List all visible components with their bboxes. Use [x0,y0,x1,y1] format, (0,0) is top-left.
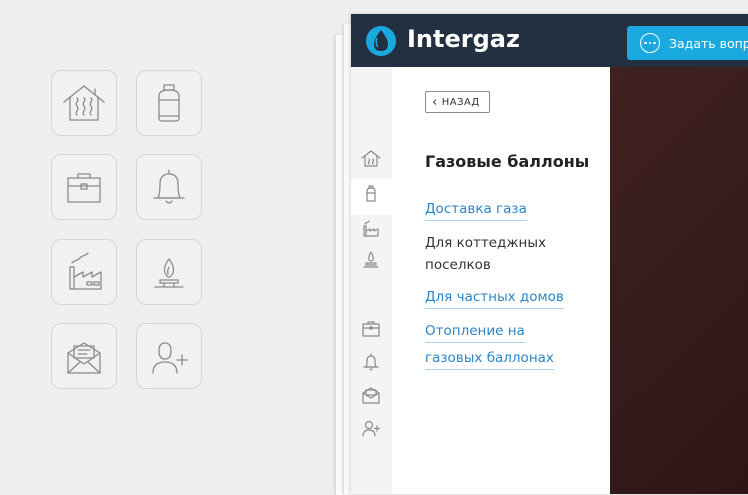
tile-mail[interactable] [51,323,117,389]
menu-item-line: Для коттеджных [425,235,547,251]
site-window: Intergaz Задать вопрос [351,14,748,494]
tile-gas-cylinder[interactable] [136,70,202,136]
briefcase-icon [67,173,101,203]
bell-icon [153,169,185,204]
rail-factory-icon[interactable] [360,217,382,239]
back-button[interactable]: ‹ НАЗАД [425,91,490,113]
menu-link-label: Отопление на [425,320,525,343]
tile-factory[interactable] [51,239,117,305]
tile-add-user[interactable] [136,323,202,389]
menu-link-private-houses[interactable]: Для частных домов [425,286,564,309]
rail-bell-icon[interactable] [360,351,382,373]
tile-briefcase[interactable] [51,154,117,220]
logo-drop-icon[interactable] [365,25,397,57]
add-user-icon [152,342,188,374]
rail-add-user-icon[interactable] [360,417,382,439]
menu-title: Газовые баллоны [425,152,590,171]
ask-question-label: Задать вопрос [669,35,748,51]
submenu-panel: ‹ НАЗАД Газовые баллоны Доставка газа Дл… [392,67,610,494]
rail-mail-icon[interactable] [360,384,382,406]
rail-gas-cylinder-icon[interactable] [360,183,382,205]
top-bar: Intergaz Задать вопрос [351,14,748,67]
menu-link-cylinder-heating[interactable]: Отопление на газовых баллонах [425,320,554,370]
menu-link-gas-delivery[interactable]: Доставка газа [425,198,527,221]
house-heating-icon [63,85,105,121]
menu-item-line: поселков [425,257,491,273]
tile-house-heating[interactable] [51,70,117,136]
menu-item-cottage-villages[interactable]: Для коттеджных поселков [425,232,546,276]
gas-cylinder-icon [158,84,180,122]
menu-link-label: Доставка газа [425,198,527,221]
rail-gas-burner-icon[interactable] [360,248,382,270]
hero-image [610,67,748,494]
side-rail [351,67,392,494]
rail-house-heating-icon[interactable] [360,147,382,169]
tile-bell[interactable] [136,154,202,220]
menu-link-label: газовых баллонах [425,347,554,370]
gas-burner-icon [154,258,184,288]
rail-briefcase-icon[interactable] [360,317,382,339]
menu-link-label: Для частных домов [425,286,564,309]
chat-bubble-icon [640,33,660,53]
tile-gas-burner[interactable] [136,239,202,305]
mail-icon [67,342,101,374]
ask-question-button[interactable]: Задать вопрос [627,26,748,60]
factory-icon [69,252,102,290]
back-button-label: НАЗАД [441,96,480,108]
chevron-left-icon: ‹ [432,94,438,110]
logo-text[interactable]: Intergaz [407,25,520,53]
